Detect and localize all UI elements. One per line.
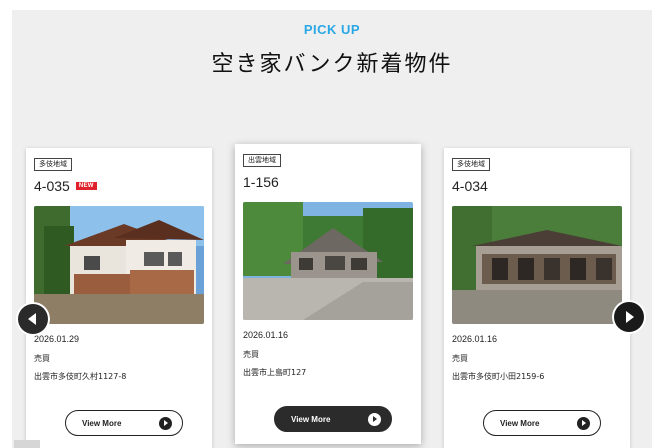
- property-photo[interactable]: [34, 206, 204, 324]
- area-tag: 多伎地域: [452, 158, 490, 171]
- arrow-right-icon: [577, 416, 590, 430]
- listing-date: 2026.01.29: [34, 334, 80, 344]
- view-more-button[interactable]: View More: [483, 410, 601, 436]
- chevron-left-icon: [28, 313, 36, 325]
- property-card[interactable]: 多伎地域 4-035 NEW 2026.01.29 売買 出雲市多伎町久村112…: [26, 148, 212, 448]
- section-title: 空き家バンク新着物件: [211, 52, 453, 77]
- carousel-next-button[interactable]: [614, 302, 644, 332]
- property-id: 4-034: [452, 178, 488, 194]
- listing-date: 2026.01.16: [452, 334, 498, 344]
- property-id: 4-035 NEW: [34, 178, 97, 194]
- arrow-right-icon: [368, 412, 381, 426]
- arrow-right-icon: [159, 416, 172, 430]
- section-label: PICK UP: [303, 22, 361, 37]
- transaction-type: 売買: [452, 354, 468, 363]
- property-address: 出雲市多伎町小田2159-6: [452, 372, 545, 381]
- carousel-prev-button[interactable]: [18, 304, 48, 334]
- property-photo[interactable]: [243, 202, 413, 320]
- property-photo[interactable]: [452, 206, 622, 324]
- view-more-button[interactable]: View More: [65, 410, 183, 436]
- page-fragment: [14, 440, 40, 448]
- property-id-text: 4-035: [34, 178, 70, 194]
- property-address: 出雲市上島町127: [243, 368, 307, 377]
- view-more-label: View More: [500, 418, 540, 428]
- property-card[interactable]: 出雲地域 1-156 2026.01.16 売買 出雲市上島町127 View …: [235, 144, 421, 444]
- view-more-label: View More: [82, 418, 122, 428]
- property-card[interactable]: 多伎地域 4-034 2026.01.16 売買 出雲市多伎町小田2159-6 …: [444, 148, 630, 448]
- pickup-section: PICK UP 空き家バンク新着物件 多伎地域 4-035 NEW 2026.0…: [12, 10, 652, 448]
- transaction-type: 売買: [34, 354, 50, 363]
- view-more-button[interactable]: View More: [274, 406, 392, 432]
- listing-date: 2026.01.16: [243, 330, 289, 340]
- property-id: 1-156: [243, 174, 279, 190]
- chevron-right-icon: [626, 311, 634, 323]
- area-tag: 出雲地域: [243, 154, 281, 167]
- property-id-text: 1-156: [243, 174, 279, 190]
- new-badge: NEW: [75, 182, 97, 190]
- property-id-text: 4-034: [452, 178, 488, 194]
- property-address: 出雲市多伎町久村1127-8: [34, 372, 127, 381]
- view-more-label: View More: [291, 414, 331, 424]
- area-tag: 多伎地域: [34, 158, 72, 171]
- page: PICK UP 空き家バンク新着物件 多伎地域 4-035 NEW 2026.0…: [0, 0, 664, 448]
- transaction-type: 売買: [243, 350, 259, 359]
